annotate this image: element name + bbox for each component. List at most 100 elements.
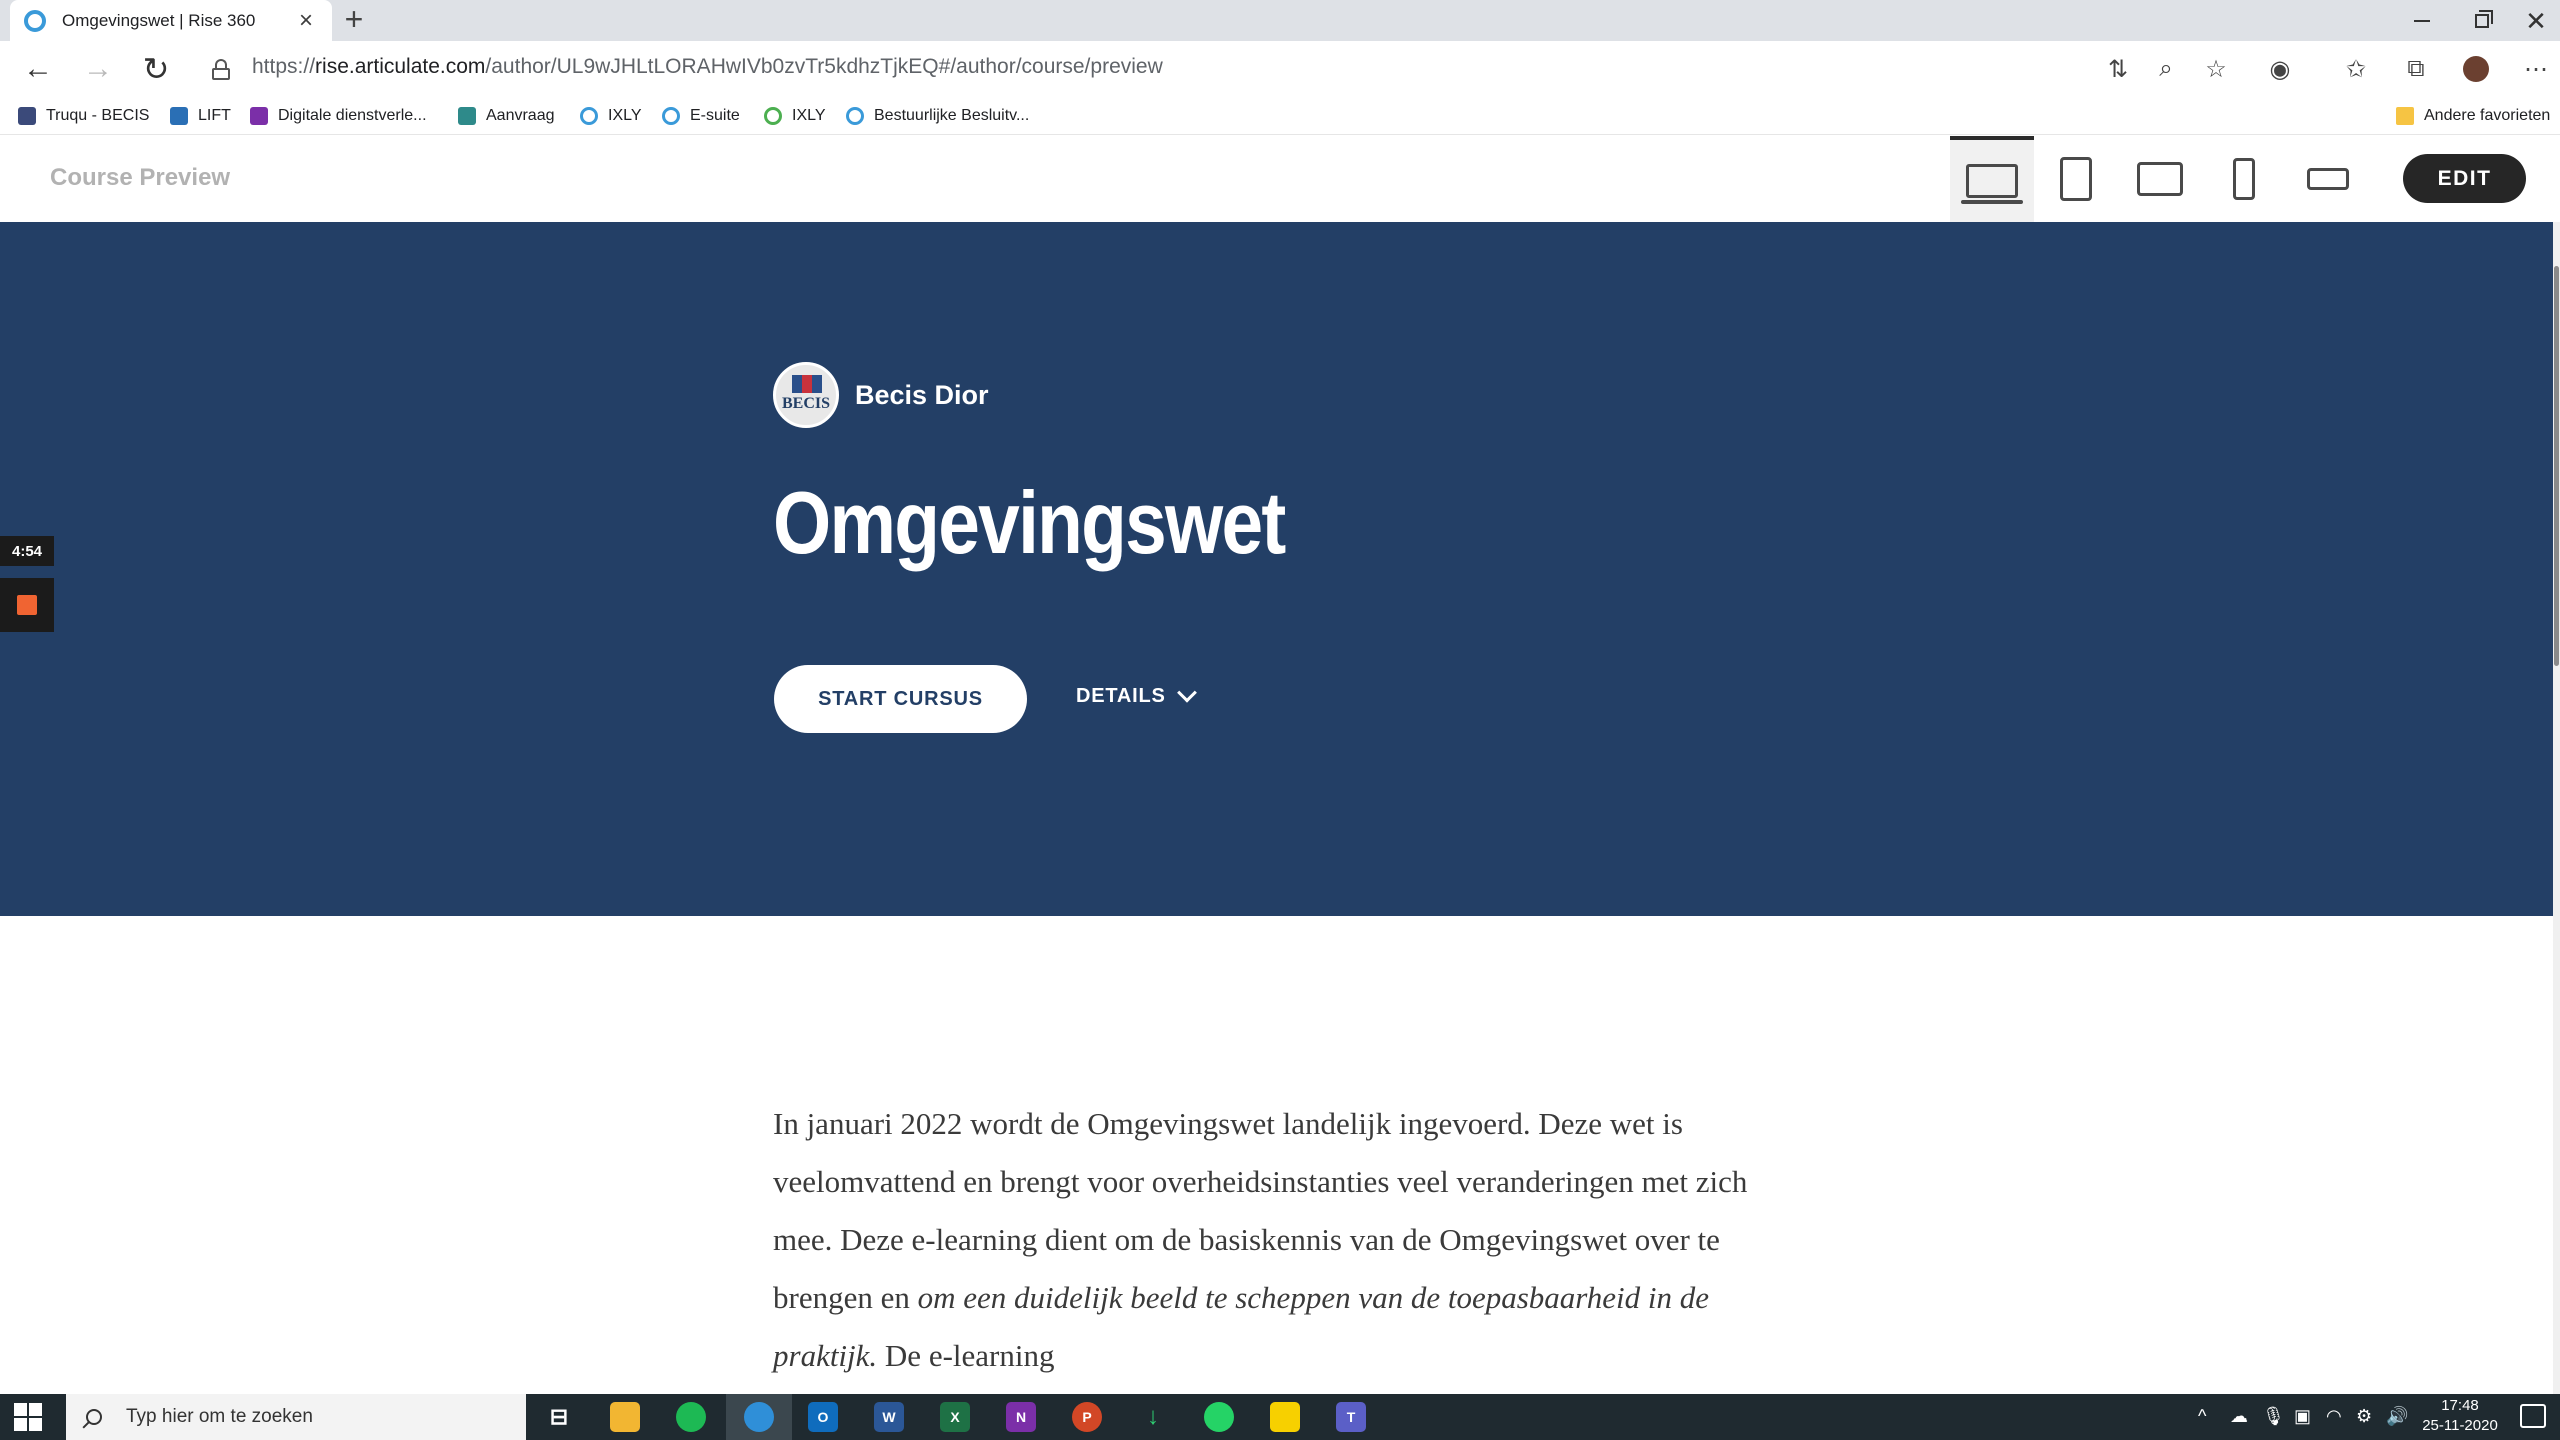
- bookmark-label: E-suite: [690, 107, 740, 124]
- folder-icon: [2396, 107, 2414, 125]
- device-tablet-landscape-button[interactable]: [2118, 136, 2202, 222]
- edge-icon[interactable]: [744, 1402, 774, 1432]
- task-view-icon[interactable]: ⊟: [544, 1402, 574, 1432]
- url-path: /author/UL9wJHLtLORAHwIVb0zvTr5kdhzTjkEQ…: [485, 55, 1163, 78]
- tray-display-icon[interactable]: ▣: [2294, 1406, 2311, 1427]
- other-favorites-label: Andere favorieten: [2424, 107, 2551, 124]
- browser-tab-active[interactable]: Omgevingswet | Rise 360 ×: [10, 0, 332, 41]
- brand-name: Becis Dior: [855, 379, 989, 410]
- taskbar-search-input[interactable]: Typ hier om te zoeken: [66, 1394, 526, 1440]
- device-tablet-portrait-button[interactable]: [2034, 136, 2118, 222]
- forward-button[interactable]: →: [78, 49, 118, 89]
- tray-microphone-icon[interactable]: 🎙: [2262, 1406, 2285, 1427]
- back-button[interactable]: ←: [18, 49, 58, 89]
- phone-portrait-icon: [2233, 158, 2255, 200]
- tray-volume-icon[interactable]: 🔊: [2386, 1406, 2408, 1427]
- window-restore-button[interactable]: [2452, 0, 2512, 41]
- favorites-icon[interactable]: ✩: [2340, 53, 2372, 85]
- favorite-star-icon[interactable]: ☆: [2200, 53, 2232, 85]
- tablet-portrait-icon: [2060, 157, 2092, 201]
- tab-close-icon[interactable]: ×: [294, 8, 318, 33]
- minimize-icon: [2414, 19, 2430, 22]
- extension-icon[interactable]: ◉: [2264, 53, 2296, 85]
- clock-time: 17:48: [2441, 1397, 2479, 1414]
- collections-icon[interactable]: ⧉: [2400, 53, 2432, 85]
- stop-recording-button[interactable]: [0, 578, 54, 632]
- bookmarks-bar: Truqu - BECIS LIFT Digitale dienstverle.…: [0, 97, 2560, 135]
- excel-icon[interactable]: X: [940, 1402, 970, 1432]
- course-intro-text: In januari 2022 wordt de Omgevingswet la…: [773, 1095, 1783, 1385]
- new-tab-button[interactable]: +: [338, 3, 370, 36]
- course-hero: BECIS Becis Dior Omgevingswet START CURS…: [0, 222, 2553, 916]
- profile-avatar-icon[interactable]: [2460, 53, 2492, 85]
- powerpoint-icon[interactable]: P: [1072, 1402, 1102, 1432]
- bookmark-label: Aanvraag: [486, 107, 555, 124]
- bookmark-truqu[interactable]: Truqu - BECIS: [18, 104, 149, 128]
- preview-header: Course Preview EDIT: [0, 136, 2560, 222]
- bookmark-aanvraag[interactable]: Aanvraag: [458, 104, 555, 128]
- reload-button[interactable]: ↻: [136, 49, 176, 89]
- download-icon[interactable]: ↓: [1138, 1402, 1168, 1432]
- start-course-button[interactable]: START CURSUS: [774, 665, 1027, 733]
- browser-tabstrip: Omgevingswet | Rise 360 × + ✕: [0, 0, 2560, 41]
- arrow-left-icon: ←: [23, 52, 53, 85]
- bookmark-e-suite[interactable]: E-suite: [662, 104, 740, 128]
- other-favorites-folder[interactable]: Andere favorieten: [2396, 104, 2550, 128]
- whatsapp-icon[interactable]: [1204, 1402, 1234, 1432]
- bookmark-label: Digitale dienstverle...: [278, 107, 427, 124]
- search-placeholder: Typ hier om te zoeken: [126, 1406, 313, 1427]
- tray-chevron-up-icon[interactable]: ^: [2198, 1406, 2206, 1427]
- bookmark-icon: [764, 107, 782, 125]
- recording-timer: 4:54: [0, 536, 54, 566]
- url-field[interactable]: https://rise.articulate.com/author/UL9wJ…: [252, 55, 1163, 79]
- sticky-notes-icon[interactable]: [1270, 1402, 1300, 1432]
- onenote-icon: [250, 107, 268, 125]
- tablet-landscape-icon: [2137, 162, 2183, 196]
- spotify-icon[interactable]: [676, 1402, 706, 1432]
- bookmark-icon: [458, 107, 476, 125]
- bookmark-label: LIFT: [198, 107, 231, 124]
- bookmark-ixly-2[interactable]: IXLY: [764, 104, 826, 128]
- bookmark-label: IXLY: [792, 107, 826, 124]
- stop-icon: [17, 595, 37, 615]
- tab-title: Omgevingswet | Rise 360: [62, 10, 256, 30]
- edit-button[interactable]: EDIT: [2403, 154, 2526, 203]
- page-scrollbar-thumb[interactable]: [2554, 266, 2559, 666]
- phone-landscape-icon: [2307, 168, 2349, 190]
- notification-center-icon[interactable]: [2520, 1404, 2546, 1428]
- word-icon[interactable]: W: [874, 1402, 904, 1432]
- course-title: Omgevingswet: [773, 473, 1286, 572]
- details-toggle[interactable]: DETAILS: [1076, 682, 1197, 708]
- details-label: DETAILS: [1076, 685, 1166, 707]
- device-phone-portrait-button[interactable]: [2202, 136, 2286, 222]
- tray-wifi-icon[interactable]: ◠: [2326, 1406, 2342, 1427]
- device-phone-landscape-button[interactable]: [2286, 136, 2370, 222]
- arrow-right-icon: →: [83, 52, 113, 85]
- window-minimize-button[interactable]: [2392, 0, 2452, 41]
- windows-start-icon[interactable]: [14, 1403, 42, 1431]
- lock-icon[interactable]: [212, 59, 230, 80]
- taskbar-clock[interactable]: 17:48 25-11-2020: [2410, 1396, 2510, 1436]
- logo-text: BECIS: [781, 395, 831, 412]
- bookmark-digitale-dienstverlening[interactable]: Digitale dienstverle...: [250, 104, 427, 128]
- read-aloud-icon[interactable]: ⇅: [2102, 53, 2134, 85]
- onenote-taskbar-icon[interactable]: N: [1006, 1402, 1036, 1432]
- tray-network-icon[interactable]: ☁: [2230, 1406, 2248, 1427]
- bookmark-ixly[interactable]: IXLY: [580, 104, 642, 128]
- outlook-icon[interactable]: O: [808, 1402, 838, 1432]
- bookmark-icon: [18, 107, 36, 125]
- more-menu-icon[interactable]: ⋯: [2520, 53, 2552, 85]
- intro-text-part2: De e-learning: [877, 1338, 1055, 1373]
- reload-icon: ↻: [142, 51, 170, 87]
- window-close-button[interactable]: ✕: [2512, 0, 2560, 41]
- bookmark-lift[interactable]: LIFT: [170, 104, 231, 128]
- bookmark-bestuurlijke-besluitvorming[interactable]: Bestuurlijke Besluitv...: [846, 104, 1029, 128]
- zoom-icon[interactable]: ⌕: [2150, 53, 2182, 85]
- restore-icon: [2475, 9, 2493, 28]
- file-explorer-icon[interactable]: [610, 1402, 640, 1432]
- bookmark-icon: [846, 107, 864, 125]
- desktop-icon: [1961, 164, 2023, 204]
- teams-icon[interactable]: T: [1336, 1402, 1366, 1432]
- device-desktop-button[interactable]: [1950, 136, 2034, 222]
- tray-settings-icon[interactable]: ⚙: [2356, 1406, 2372, 1427]
